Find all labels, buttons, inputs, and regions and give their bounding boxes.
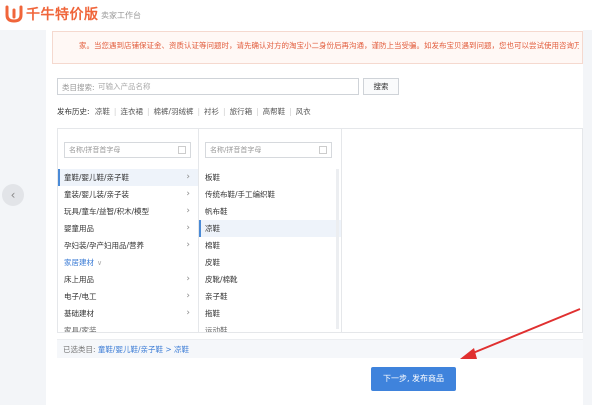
category-list: 童鞋/婴儿鞋/亲子鞋 › 童装/婴儿装/亲子装 › 玩具/童车/益智/积木/模型 › … — [58, 169, 198, 332]
history-item[interactable]: 风衣 — [296, 107, 311, 116]
top-bar: 千牛特价版 卖家工作台 — [0, 0, 592, 30]
history-item[interactable]: 衬衫 — [204, 107, 219, 116]
back-arrow-button[interactable]: ‹ — [2, 184, 24, 206]
category-group-home-building[interactable]: 家居建材 ∨ — [58, 254, 198, 271]
next-publish-button[interactable]: 下一步, 发布商品 — [371, 367, 456, 391]
column-filter-box — [64, 142, 191, 158]
category-item-building-materials[interactable]: 基础建材 › — [58, 305, 198, 322]
app-subtitle: 卖家工作台 — [101, 11, 141, 20]
clear-filter-icon[interactable] — [178, 146, 186, 154]
search-button[interactable]: 搜索 — [363, 78, 399, 95]
history-item[interactable]: 连衣裙 — [120, 107, 143, 116]
chevron-left-icon: ‹ — [10, 188, 16, 202]
chevron-right-icon: › — [186, 274, 190, 284]
column-filter-input[interactable] — [69, 144, 174, 156]
history-separator: | — [113, 107, 117, 116]
category-item-children-shoes[interactable]: 童鞋/婴儿鞋/亲子鞋 › — [58, 169, 198, 186]
category-item-label: 玩具/童车/益智/积木/模型 — [64, 207, 150, 216]
subcategory-item[interactable]: 帆布鞋 — [199, 203, 341, 220]
left-gutter — [0, 30, 46, 405]
history-label: 发布历史: — [57, 107, 90, 116]
category-item-label: 童装/婴儿装/亲子装 — [64, 190, 130, 199]
category-item-baby-supplies[interactable]: 婴童用品 › — [58, 220, 198, 237]
subcategory-item[interactable]: 皮鞋 — [199, 254, 341, 271]
selected-category-bar: 已选类目: 童鞋/婴儿鞋/亲子鞋 > 凉鞋 — [57, 339, 583, 358]
category-item-label: 孕妇装/孕产妇用品/营养 — [64, 241, 145, 250]
chevron-right-icon: › — [186, 189, 190, 199]
subcategory-item[interactable]: 棉鞋 — [199, 237, 341, 254]
selected-category-path: 童鞋/婴儿鞋/亲子鞋 > 凉鞋 — [97, 345, 190, 354]
category-item-label: 床上用品 — [64, 275, 94, 284]
history-item[interactable]: 凉鞋 — [95, 107, 110, 116]
clear-filter-icon[interactable] — [319, 146, 327, 154]
chevron-right-icon: › — [186, 206, 190, 216]
chevron-right-icon: › — [186, 291, 190, 301]
app-logo-text: 千牛特价版 — [26, 7, 99, 23]
notice-text: 家。当您遇到店铺保证金、资质认证等问题时，请先确认对方的淘宝小二身份后再沟通，谨… — [79, 41, 579, 50]
category-column-level2: 板鞋 传统布鞋/手工编织鞋 帆布鞋 凉鞋 棉鞋 皮鞋 皮靴/棉靴 亲子鞋 拖鞋 … — [199, 129, 342, 332]
category-item-label: 婴童用品 — [64, 224, 94, 233]
history-separator: | — [289, 107, 292, 116]
category-search-input[interactable] — [98, 80, 356, 93]
subcategory-item[interactable]: 皮靴/棉靴 — [199, 271, 341, 288]
chevron-right-icon: › — [186, 172, 190, 182]
category-item-bedding[interactable]: 床上用品 › — [58, 271, 198, 288]
warning-notice: 家。当您遇到店铺保证金、资质认证等问题时，请先确认对方的淘宝小二身份后再沟通，谨… — [52, 31, 583, 64]
subcategory-item[interactable]: 拖鞋 — [199, 305, 341, 322]
chevron-right-icon: › — [186, 223, 190, 233]
column-filter-input[interactable] — [210, 144, 315, 156]
subcategory-item[interactable]: 亲子鞋 — [199, 288, 341, 305]
category-item-toys[interactable]: 玩具/童车/益智/积木/模型 › — [58, 203, 198, 220]
subcategory-item-partial[interactable]: 运动鞋 — [199, 322, 341, 332]
chevron-right-icon: › — [186, 240, 190, 250]
history-separator: | — [146, 107, 150, 116]
chevron-down-icon: ∨ — [97, 259, 103, 267]
category-search-box: 类目搜索: — [57, 78, 359, 95]
category-selector: 童鞋/婴儿鞋/亲子鞋› 童装/婴儿装/亲子装› 玩具/童车/益智/积木/模型› … — [57, 128, 583, 333]
column-scrollbar[interactable] — [336, 169, 339, 329]
category-item-label: 童鞋/婴儿鞋/亲子鞋 — [64, 173, 130, 182]
subcategory-list: 板鞋 传统布鞋/手工编织鞋 帆布鞋 凉鞋 棉鞋 皮鞋 皮靴/棉靴 亲子鞋 拖鞋 … — [199, 169, 341, 332]
subcategory-item[interactable]: 板鞋 — [199, 169, 341, 186]
history-item[interactable]: 高帮鞋 — [263, 107, 286, 116]
category-group-label: 家居建材 — [64, 258, 94, 267]
category-item-partial[interactable]: 家具/家装 — [58, 322, 198, 332]
category-item-label: 基础建材 — [64, 309, 94, 318]
qianniu-logo-icon — [5, 5, 23, 23]
chevron-right-icon: › — [186, 308, 190, 318]
selected-category-label: 已选类目: — [63, 345, 96, 354]
history-separator: | — [256, 107, 259, 116]
right-gutter — [583, 30, 592, 405]
category-item-label: 电子/电工 — [64, 292, 97, 301]
publish-history: 发布历史: 凉鞋 | 连衣裙 | 棉裤/羽绒裤 | 衬衫 | 旅行箱 | 高帮鞋 | 风衣 — [57, 106, 311, 117]
history-separator: | — [223, 107, 226, 116]
subcategory-item-selected[interactable]: 凉鞋 — [199, 220, 341, 237]
category-item-electrical[interactable]: 电子/电工 › — [58, 288, 198, 305]
history-item[interactable]: 旅行箱 — [230, 107, 253, 116]
category-column-level1: 童鞋/婴儿鞋/亲子鞋› 童装/婴儿装/亲子装› 玩具/童车/益智/积木/模型› … — [58, 129, 199, 332]
column-filter-box — [205, 142, 332, 158]
subcategory-item[interactable]: 传统布鞋/手工编织鞋 — [199, 186, 341, 203]
history-item[interactable]: 棉裤/羽绒裤 — [153, 107, 193, 116]
history-separator: | — [197, 107, 201, 116]
category-item-maternity[interactable]: 孕妇装/孕产妇用品/营养 › — [58, 237, 198, 254]
category-item-children-clothing[interactable]: 童装/婴儿装/亲子装 › — [58, 186, 198, 203]
search-label: 类目搜索: — [62, 83, 95, 92]
